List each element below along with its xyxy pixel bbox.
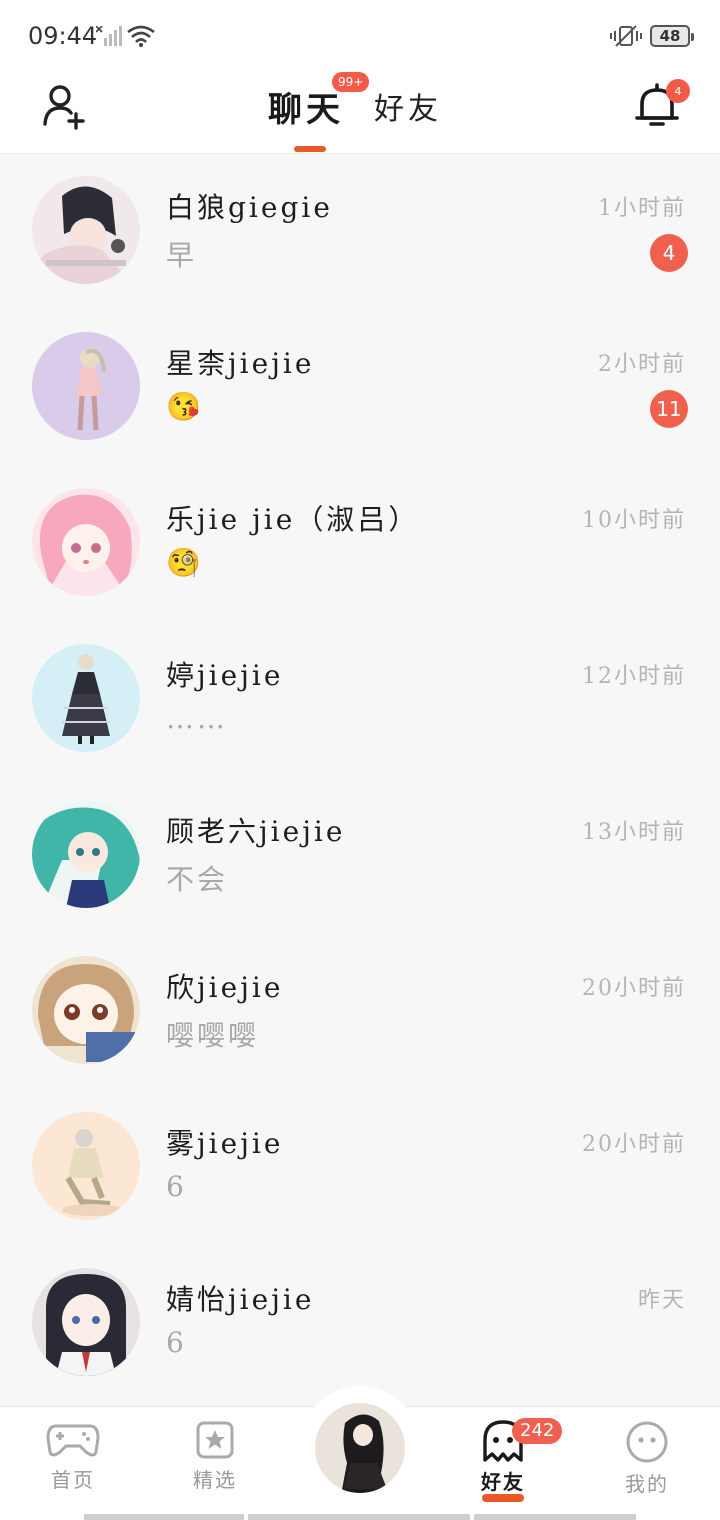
- message-time: 20小时前: [582, 976, 686, 1001]
- message-time: 10小时前: [582, 508, 686, 533]
- chat-row[interactable]: 婷jiejie …… 12小时前: [0, 622, 720, 778]
- nav-home-label: 首页: [51, 1468, 95, 1492]
- contact-name: 欣jiejie: [166, 971, 284, 1004]
- last-message: 6: [166, 1170, 187, 1203]
- top-header: 聊天 99+ 好友 4: [0, 72, 720, 154]
- chat-row[interactable]: 乐jie jie（淑吕） 🧐 10小时前: [0, 466, 720, 622]
- gesture-bar-center: [248, 1514, 470, 1520]
- battery-level: 48: [659, 27, 681, 45]
- last-message: 🧐: [166, 546, 204, 579]
- message-time: 1小时前: [598, 196, 686, 221]
- avatar[interactable]: [32, 488, 140, 596]
- battery-indicator: 48: [650, 25, 694, 47]
- nav-friends-label: 好友: [481, 1470, 525, 1494]
- contact-name: 婧怡jiejie: [166, 1283, 315, 1316]
- contact-name: 雾jiejie: [166, 1127, 284, 1160]
- nav-home[interactable]: 首页: [18, 1420, 128, 1510]
- chat-row[interactable]: 雾jiejie 6 20小时前: [0, 1090, 720, 1246]
- nav-featured-label: 精选: [193, 1468, 237, 1492]
- chat-row[interactable]: 顾老六jiejie 不会 13小时前: [0, 778, 720, 934]
- wifi-icon: [127, 25, 155, 47]
- star-badge-icon: [196, 1421, 234, 1459]
- message-time: 13小时前: [582, 820, 686, 845]
- last-message: 嘤嘤嘤: [166, 1019, 260, 1052]
- contact-name: 白狼giegie: [166, 191, 333, 224]
- avatar[interactable]: [32, 1268, 140, 1376]
- nav-center-avatar[interactable]: [312, 1400, 408, 1496]
- avatar[interactable]: [32, 800, 140, 908]
- message-time: 12小时前: [582, 664, 686, 689]
- tab-friends[interactable]: 好友: [374, 84, 442, 128]
- contact-name: 乐jie jie（淑吕）: [166, 503, 420, 536]
- status-time: 09:44: [28, 22, 98, 50]
- chat-row[interactable]: 白狼giegie 早 1小时前 4: [0, 154, 720, 310]
- last-message: 😘: [166, 390, 204, 423]
- active-tab-indicator: [294, 146, 326, 152]
- nav-active-indicator: [482, 1494, 524, 1502]
- last-message: 不会: [166, 863, 229, 896]
- avatar[interactable]: [32, 1112, 140, 1220]
- contact-name: 星柰jiejie: [166, 347, 315, 380]
- contact-name: 婷jiejie: [166, 659, 284, 692]
- chat-row[interactable]: 欣jiejie 嘤嘤嘤 20小时前: [0, 934, 720, 1090]
- last-message: 早: [166, 239, 198, 272]
- gesture-bar-right: [474, 1514, 636, 1520]
- avatar[interactable]: [32, 644, 140, 752]
- notification-badge: 4: [666, 79, 690, 103]
- nav-mine-label: 我的: [625, 1472, 669, 1496]
- smiley-icon: [626, 1421, 668, 1463]
- contact-name: 顾老六jiejie: [166, 815, 346, 848]
- chat-list: 白狼giegie 早 1小时前 4 星柰jiejie 😘 2小时前 11 乐ji…: [0, 154, 720, 1404]
- unread-badge: 4: [650, 234, 688, 272]
- message-time: 昨天: [637, 1288, 686, 1313]
- unread-badge: 11: [650, 390, 688, 428]
- gesture-bar-left: [84, 1514, 244, 1520]
- avatar[interactable]: [32, 332, 140, 440]
- gamepad-icon: [46, 1424, 100, 1457]
- status-bar: 09:44 48: [0, 0, 720, 72]
- chat-row[interactable]: 星柰jiejie 😘 2小时前 11: [0, 310, 720, 466]
- nav-mine[interactable]: 我的: [592, 1420, 702, 1510]
- message-time: 2小时前: [598, 352, 686, 377]
- nav-featured[interactable]: 精选: [160, 1420, 270, 1510]
- last-message: 6: [166, 1326, 187, 1359]
- avatar[interactable]: [32, 176, 140, 284]
- friends-badge: 242: [512, 1418, 563, 1444]
- message-time: 20小时前: [582, 1132, 686, 1157]
- last-message: ……: [166, 702, 228, 735]
- avatar[interactable]: [32, 956, 140, 1064]
- vibrate-mute-icon: [610, 25, 642, 47]
- signal-icon: [96, 26, 122, 46]
- chat-tab-unread-badge: 99+: [332, 72, 370, 92]
- add-friend-icon[interactable]: [40, 82, 88, 130]
- tab-chat[interactable]: 聊天: [268, 82, 344, 131]
- chat-row[interactable]: 婧怡jiejie 6 昨天: [0, 1246, 720, 1402]
